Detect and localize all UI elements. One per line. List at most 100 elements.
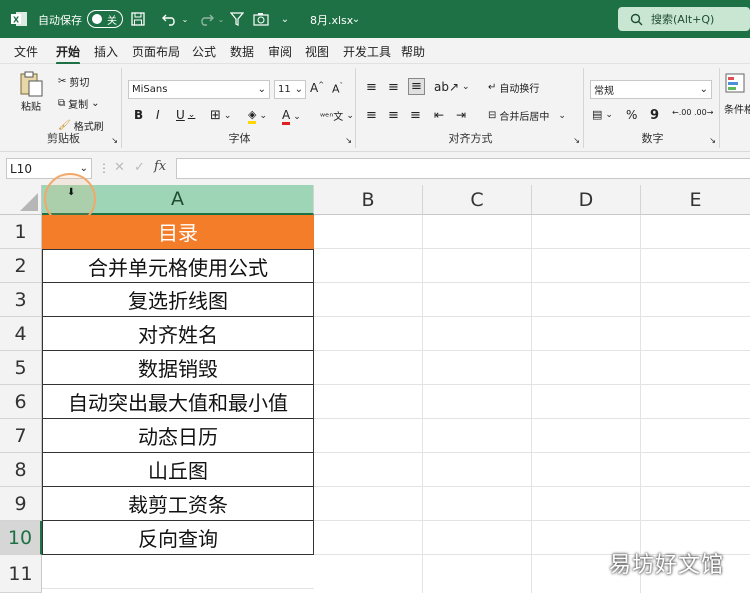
align-bottom-button[interactable]: ≡	[408, 78, 425, 95]
column-header-d[interactable]: D	[532, 185, 641, 215]
undo-dropdown-icon[interactable]: ⌄	[180, 0, 190, 38]
decrease-font-button[interactable]: Aˇ	[332, 82, 343, 96]
autosave-toggle[interactable]: 关	[87, 10, 123, 28]
tab-file[interactable]: 文件	[14, 43, 38, 60]
insert-function-icon[interactable]: fx	[154, 159, 166, 174]
increase-decimal-button[interactable]: ←.00	[672, 108, 691, 117]
save-icon[interactable]	[128, 0, 148, 38]
cell-a2[interactable]: 合并单元格使用公式	[42, 249, 314, 283]
font-name-select[interactable]: MiSans ⌄	[128, 80, 270, 99]
dialog-launcher-icon[interactable]: ↘	[573, 136, 580, 145]
cell-a4[interactable]: 对齐姓名	[42, 317, 314, 351]
underline-button[interactable]: U ⌄	[176, 108, 195, 122]
row-header-9[interactable]: 9	[0, 487, 42, 521]
row-header-2[interactable]: 2	[0, 249, 42, 283]
decrease-indent-button[interactable]: ⇤	[434, 108, 444, 122]
font-color-button[interactable]: A ⌄	[282, 108, 301, 125]
align-top-button[interactable]: ≡	[366, 80, 377, 95]
merge-center-button[interactable]: ⊟ 合并后居中 ⌄	[488, 108, 566, 123]
phonetic-button[interactable]: ʷᵉⁿ文 ⌄	[320, 108, 354, 124]
column-header-e[interactable]: E	[641, 185, 750, 215]
dialog-launcher-icon[interactable]: ↘	[709, 136, 716, 145]
percent-button[interactable]: %	[626, 108, 637, 122]
tab-developer[interactable]: 开发工具	[343, 43, 391, 60]
undo-icon[interactable]	[160, 0, 180, 38]
fill-color-button[interactable]: ◈ ⌄	[248, 108, 267, 124]
cell-a8[interactable]: 山丘图	[42, 453, 314, 487]
cell-a3[interactable]: 复选折线图	[42, 283, 314, 317]
column-header-c[interactable]: C	[423, 185, 532, 215]
cell-a7[interactable]: 动态日历	[42, 419, 314, 453]
row-header-1[interactable]: 1	[0, 215, 42, 249]
select-all-corner[interactable]	[0, 185, 42, 215]
cell-a5[interactable]: 数据销毁	[42, 351, 314, 385]
number-format-select[interactable]: 常规 ⌄	[590, 80, 712, 99]
phonetic-icon: ʷᵉⁿ文	[320, 112, 344, 123]
italic-button[interactable]: I	[156, 108, 160, 122]
conditional-formatting-button[interactable]: 条件格	[724, 72, 750, 132]
cell-a10[interactable]: 反向查询	[42, 521, 314, 555]
accounting-format-button[interactable]: ▤ ⌄	[592, 108, 613, 121]
cancel-icon[interactable]: ✕	[114, 160, 125, 175]
number-group-label: 数字	[641, 132, 664, 145]
comma-style-button[interactable]: 9	[650, 108, 659, 123]
cell-a6[interactable]: 自动突出最大值和最小值	[42, 385, 314, 419]
search-label: 搜索(Alt+Q)	[651, 13, 715, 26]
row-header-5[interactable]: 5	[0, 351, 42, 385]
tab-page-layout[interactable]: 页面布局	[132, 43, 180, 60]
font-size-select[interactable]: 11 ⌄	[274, 80, 306, 99]
tab-formulas[interactable]: 公式	[192, 43, 216, 60]
increase-indent-icon: ⇥	[456, 108, 467, 122]
increase-decimal-icon: ←.00	[672, 108, 692, 117]
align-center-button[interactable]: ≡	[388, 108, 399, 123]
row-header-11[interactable]: 11	[0, 555, 42, 593]
borders-button[interactable]: ⊞ ⌄	[210, 108, 231, 123]
tab-view[interactable]: 视图	[305, 43, 329, 60]
tab-data[interactable]: 数据	[230, 43, 254, 60]
camera-icon[interactable]	[252, 0, 270, 38]
cell-a1[interactable]: 目录	[42, 215, 314, 249]
row-header-10[interactable]: 10	[0, 521, 42, 555]
filename-dropdown-icon[interactable]: ⌄	[350, 0, 362, 38]
increase-indent-button[interactable]: ⇥	[456, 108, 466, 122]
align-right-button[interactable]: ≡	[410, 108, 421, 123]
row-header-8[interactable]: 8	[0, 453, 42, 487]
tab-home[interactable]: 开始	[56, 43, 81, 65]
merge-icon: ⊟	[488, 110, 497, 121]
align-center-icon: ≡	[388, 108, 399, 123]
row-header-4[interactable]: 4	[0, 317, 42, 351]
tab-insert[interactable]: 插入	[94, 43, 118, 60]
column-header-b[interactable]: B	[314, 185, 423, 215]
tab-review[interactable]: 审阅	[268, 43, 292, 60]
cut-button[interactable]: ✂ 剪切	[58, 74, 89, 89]
decrease-decimal-button[interactable]: .00→	[694, 108, 713, 117]
redo-dropdown-icon[interactable]: ⌄	[216, 0, 226, 38]
paste-button[interactable]: 粘贴	[16, 70, 46, 120]
redo-icon[interactable]	[196, 0, 216, 38]
copy-label: 复制	[68, 100, 89, 111]
formula-input[interactable]	[176, 158, 750, 179]
number-format-value: 常规	[594, 86, 614, 97]
row-header-7[interactable]: 7	[0, 419, 42, 453]
font-color-icon: A	[282, 108, 291, 125]
dialog-launcher-icon[interactable]: ↘	[345, 136, 352, 145]
orientation-button[interactable]: ab↗ ⌄	[434, 80, 470, 94]
cell-a9[interactable]: 裁剪工资条	[42, 487, 314, 521]
align-left-button[interactable]: ≡	[366, 108, 377, 123]
customize-toolbar-icon[interactable]: ⌄	[278, 0, 292, 38]
search-box[interactable]: 搜索(Alt+Q)	[618, 7, 750, 31]
filter-icon[interactable]	[228, 0, 246, 38]
bold-button[interactable]: B	[134, 108, 143, 122]
wrap-text-label: 自动换行	[499, 84, 540, 95]
tab-help[interactable]: 帮助	[401, 43, 425, 60]
wrap-text-button[interactable]: ↵ 自动换行	[488, 80, 539, 95]
row-header-6[interactable]: 6	[0, 385, 42, 419]
confirm-icon[interactable]: ✓	[134, 160, 145, 175]
row-header-3[interactable]: 3	[0, 283, 42, 317]
align-middle-button[interactable]: ≡	[388, 80, 399, 95]
align-right-icon: ≡	[410, 108, 421, 123]
copy-button[interactable]: ⧉ 复制 ⌄	[58, 96, 100, 111]
paste-icon	[20, 71, 43, 97]
dialog-launcher-icon[interactable]: ↘	[111, 136, 118, 145]
increase-font-button[interactable]: A^	[310, 81, 324, 95]
